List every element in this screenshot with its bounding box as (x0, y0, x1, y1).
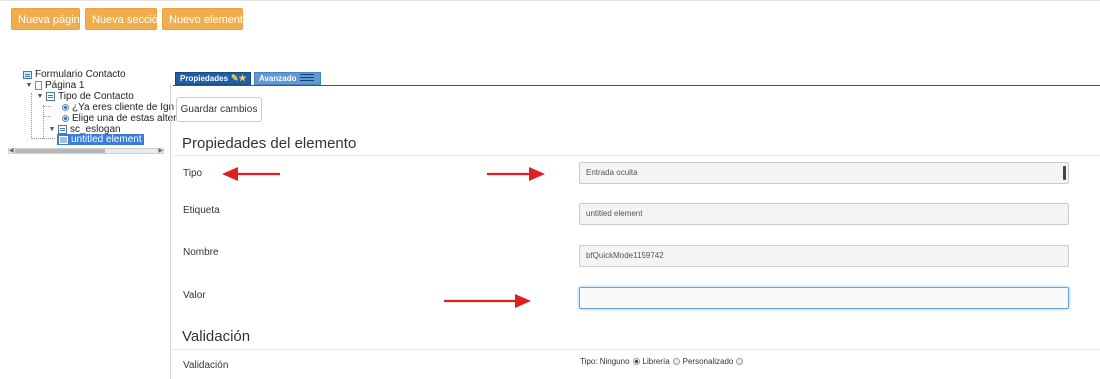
annotation-arrows (222, 167, 545, 308)
arrow-right-to-tipo-select (487, 167, 545, 181)
arrow-right-to-valor-input (444, 294, 531, 308)
arrow-left-to-tipo (222, 167, 280, 181)
